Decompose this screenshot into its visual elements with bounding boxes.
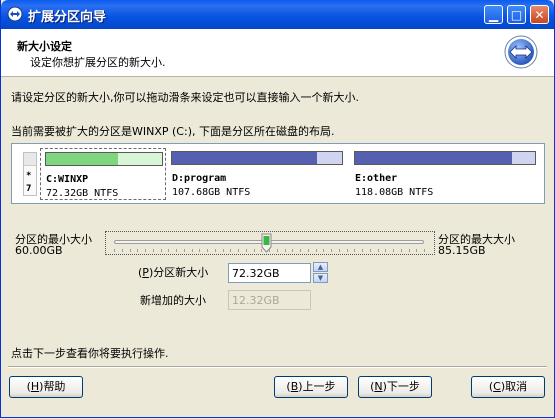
footer-divider — [8, 366, 547, 368]
slider-tick — [424, 249, 425, 252]
slider-tick — [222, 249, 224, 252]
cancel-button[interactable]: (C)取消 — [471, 376, 545, 398]
slider-tick — [284, 249, 286, 252]
new-size-spin-up[interactable]: ▲ — [313, 262, 328, 272]
new-size-spin-down[interactable]: ▼ — [313, 273, 328, 283]
slider-tick — [338, 249, 340, 252]
slider-tick — [261, 249, 263, 252]
next-button[interactable]: (N)下一步 — [358, 376, 432, 398]
size-slider[interactable] — [105, 231, 435, 255]
slider-tick — [307, 249, 309, 252]
spin-down-icon: ▼ — [317, 274, 324, 282]
slider-tick — [214, 249, 216, 252]
slider-thumb[interactable] — [261, 233, 272, 253]
maximize-button[interactable]: □ — [507, 5, 526, 24]
slider-tick — [253, 249, 255, 252]
max-size-value: 85.15GB — [438, 244, 486, 257]
page-title: 新大小设定 — [17, 40, 72, 53]
slider-tick — [207, 249, 208, 252]
slider-tick — [129, 249, 131, 252]
disk-mark-star: * — [26, 171, 32, 181]
slider-tick — [416, 249, 418, 252]
partition-c-usage-bar — [46, 153, 118, 165]
title-bar[interactable]: 扩展分区向导 ▁ □ ✕ — [1, 0, 554, 29]
slider-tick — [400, 249, 402, 252]
slider-tick — [160, 249, 162, 252]
slider-tick — [369, 249, 371, 252]
partition-c[interactable]: C:WINXP 72.32GB NTFS — [40, 148, 166, 200]
added-size-label: 新增加的大小 — [140, 294, 206, 307]
window-title: 扩展分区向导 — [28, 10, 107, 25]
slider-tick — [168, 249, 170, 252]
slider-tick — [393, 249, 394, 252]
disk-layout: * 7 C:WINXP 72.32GB NTFS D:program 107.6… — [11, 143, 545, 204]
partition-d-name: D:program — [172, 173, 227, 184]
app-icon — [7, 6, 23, 22]
partition-c-size: 72.32GB NTFS — [46, 188, 119, 199]
slider-tick — [292, 249, 294, 252]
slider-tick — [269, 249, 270, 252]
resize-arrows-icon — [504, 35, 538, 69]
help-button[interactable]: (H)帮助 — [9, 376, 83, 398]
slider-tick — [408, 249, 410, 252]
slider-tick — [230, 249, 232, 252]
slider-tick — [238, 249, 239, 252]
partition-e-name: E:other — [355, 173, 398, 184]
spin-up-icon: ▲ — [317, 263, 324, 271]
new-size-input[interactable] — [228, 263, 311, 283]
wizard-window: 扩展分区向导 ▁ □ ✕ 新大小设定 设定你想扩展分区的新大小. 请设定分区的新… — [0, 0, 555, 418]
maximize-icon: □ — [510, 8, 523, 22]
slider-tick — [176, 249, 177, 252]
instruction-text: 请设定分区的新大小,你可以拖动滑条来设定也可以直接输入一个新大小. — [11, 91, 359, 104]
slider-tick — [276, 249, 278, 252]
slider-tick — [331, 249, 332, 252]
slider-tick — [346, 249, 348, 252]
slider-tick — [245, 249, 247, 252]
disk-summary-block: * 7 — [23, 152, 37, 196]
slider-tick — [385, 249, 387, 252]
new-size-label: (P)分区新大小 — [138, 266, 209, 279]
footer-hint: 点击下一步查看你将要执行操作. — [11, 347, 169, 360]
slider-tick — [145, 249, 146, 252]
slider-tick — [315, 249, 317, 252]
close-button[interactable]: ✕ — [530, 5, 549, 24]
wizard-header: 新大小设定 设定你想扩展分区的新大小. — [1, 29, 554, 77]
added-size-input — [228, 290, 311, 310]
minimize-icon: ▁ — [488, 8, 499, 22]
slider-tick — [199, 249, 201, 252]
partition-d-size: 107.68GB NTFS — [172, 187, 251, 198]
slider-tick — [300, 249, 301, 252]
slider-tick — [354, 249, 356, 252]
partition-d-usage-bar — [172, 152, 317, 164]
disk-mark-number: 7 — [26, 184, 32, 194]
partition-c-name: C:WINXP — [46, 174, 89, 185]
slider-tick — [362, 249, 363, 252]
partition-e-size: 118.08GB NTFS — [355, 187, 434, 198]
partition-e[interactable]: E:other 118.08GB NTFS — [350, 148, 540, 200]
partition-e-usage-bar — [355, 152, 512, 164]
slider-tick — [183, 249, 185, 252]
layout-description: 当前需要被扩大的分区是WINXP (C:), 下面是分区所在磁盘的布局. — [11, 125, 335, 138]
min-size-value: 60.00GB — [15, 244, 63, 257]
slider-tick — [137, 249, 139, 252]
slider-tick — [191, 249, 193, 252]
slider-tick — [121, 249, 123, 252]
partition-d[interactable]: D:program 107.68GB NTFS — [167, 148, 347, 200]
minimize-button[interactable]: ▁ — [484, 5, 503, 24]
slider-tick — [152, 249, 154, 252]
slider-tick — [323, 249, 325, 252]
slider-tick — [114, 249, 115, 252]
page-subtitle: 设定你想扩展分区的新大小. — [30, 56, 166, 69]
back-button[interactable]: (B)上一步 — [274, 376, 348, 398]
close-icon: ✕ — [534, 8, 545, 22]
slider-tick — [377, 249, 379, 252]
